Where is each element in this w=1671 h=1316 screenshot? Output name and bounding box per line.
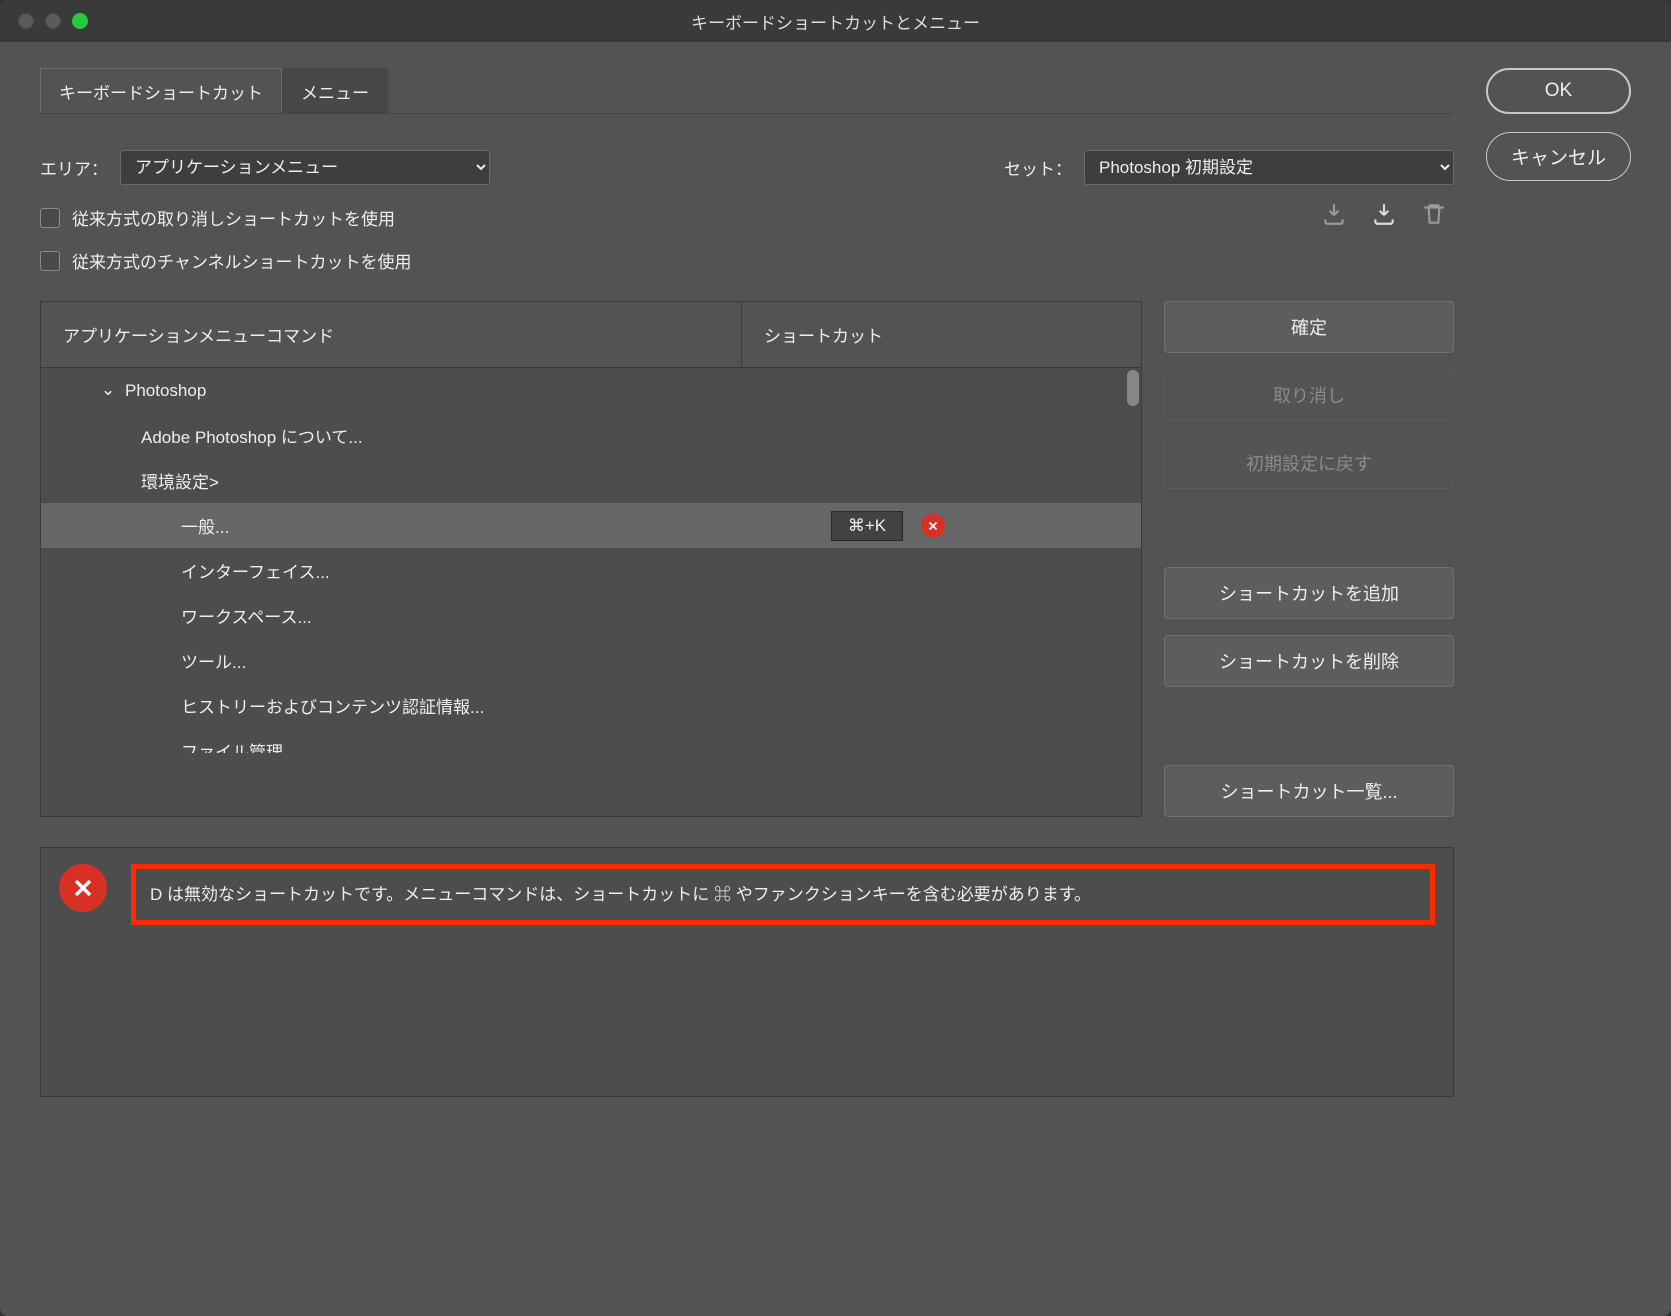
tree-item-filehandling[interactable]: ファイル管理... — [41, 728, 1141, 753]
tree-body[interactable]: ⌄ Photoshop Adobe Photoshop について... 環境設定… — [41, 368, 1141, 753]
tree-item-tools[interactable]: ツール... — [41, 638, 1141, 683]
chevron-down-icon: ⌄ — [101, 380, 117, 400]
legacy-channel-checkbox[interactable] — [40, 251, 60, 271]
tree-item-photoshop[interactable]: ⌄ Photoshop — [41, 368, 1141, 413]
tree-item-workspace[interactable]: ワークスペース... — [41, 593, 1141, 638]
tab-menus[interactable]: メニュー — [282, 68, 388, 113]
legacy-channel-label: 従来方式のチャンネルショートカットを使用 — [72, 248, 412, 273]
legacy-undo-label: 従来方式の取り消しショートカットを使用 — [72, 205, 395, 230]
legacy-undo-checkbox[interactable] — [40, 208, 60, 228]
save-set-as-icon[interactable] — [1370, 200, 1398, 228]
tab-bar: キーボードショートカット メニュー — [40, 68, 1454, 114]
tree-item-interface[interactable]: インターフェイス... — [41, 548, 1141, 593]
tree-item-about[interactable]: Adobe Photoshop について... — [41, 413, 1141, 458]
add-shortcut-button[interactable]: ショートカットを追加 — [1164, 567, 1454, 619]
scrollbar-thumb[interactable] — [1127, 370, 1139, 406]
area-select[interactable]: アプリケーションメニュー — [120, 150, 490, 185]
error-icon — [59, 864, 107, 912]
tree-item-history[interactable]: ヒストリーおよびコンテンツ認証情報... — [41, 683, 1141, 728]
set-select[interactable]: Photoshop 初期設定 — [1084, 150, 1454, 185]
error-panel: D は無効なショートカットです。メニューコマンドは、ショートカットに ⌘ やファ… — [40, 847, 1454, 1097]
save-set-icon[interactable] — [1320, 200, 1348, 228]
undo-button[interactable]: 取り消し — [1164, 369, 1454, 421]
titlebar: キーボードショートカットとメニュー — [0, 0, 1671, 42]
delete-shortcut-button[interactable]: ショートカットを削除 — [1164, 635, 1454, 687]
summarize-button[interactable]: ショートカット一覧... — [1164, 765, 1454, 817]
delete-set-icon[interactable] — [1420, 200, 1448, 228]
error-highlight: D は無効なショートカットです。メニューコマンドは、ショートカットに ⌘ やファ… — [131, 864, 1435, 925]
shortcut-input[interactable]: ⌘+K — [831, 511, 903, 541]
tab-keyboard-shortcuts[interactable]: キーボードショートカット — [40, 68, 282, 113]
dialog-window: キーボードショートカットとメニュー キーボードショートカット メニュー エリア：… — [0, 0, 1671, 1316]
cancel-button[interactable]: キャンセル — [1486, 132, 1631, 181]
tree-item-general[interactable]: 一般... ⌘+K — [41, 503, 1141, 548]
column-shortcut: ショートカット — [741, 302, 1141, 367]
error-message: D は無効なショートカットです。メニューコマンドは、ショートカットに ⌘ やファ… — [150, 885, 1091, 904]
set-label: セット： — [1004, 155, 1072, 180]
reset-button[interactable]: 初期設定に戻す — [1164, 437, 1454, 489]
remove-shortcut-icon[interactable] — [921, 514, 945, 538]
tree-item-preferences[interactable]: 環境設定> — [41, 458, 1141, 503]
accept-button[interactable]: 確定 — [1164, 301, 1454, 353]
ok-button[interactable]: OK — [1486, 68, 1631, 114]
window-title: キーボードショートカットとメニュー — [0, 9, 1671, 34]
area-label: エリア： — [40, 155, 108, 180]
command-tree: アプリケーションメニューコマンド ショートカット ⌄ Photoshop Ado… — [40, 301, 1142, 817]
column-command: アプリケーションメニューコマンド — [41, 302, 741, 367]
